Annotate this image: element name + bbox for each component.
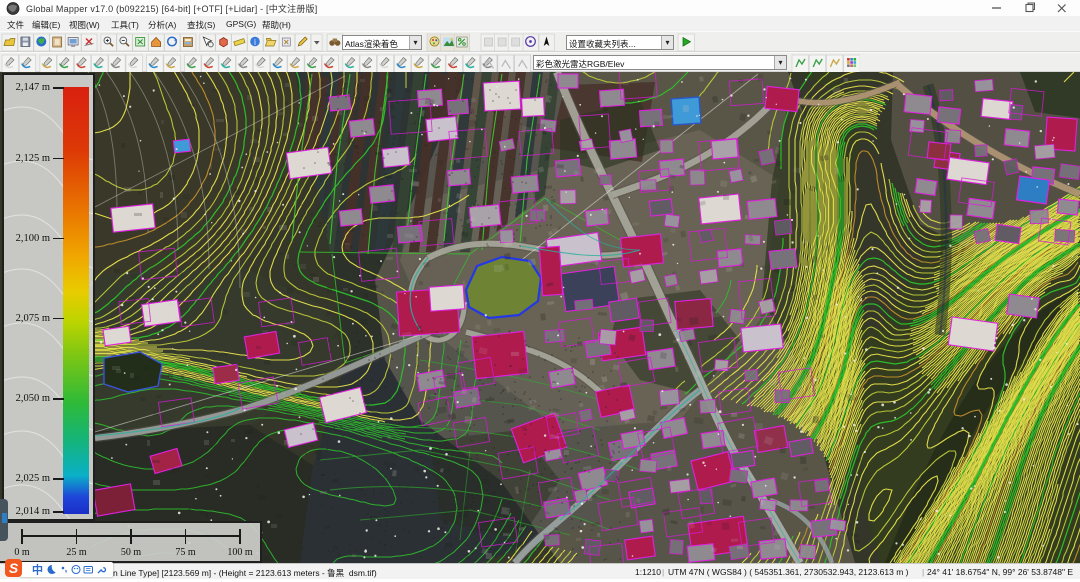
svg-text:中: 中 <box>32 563 43 577</box>
